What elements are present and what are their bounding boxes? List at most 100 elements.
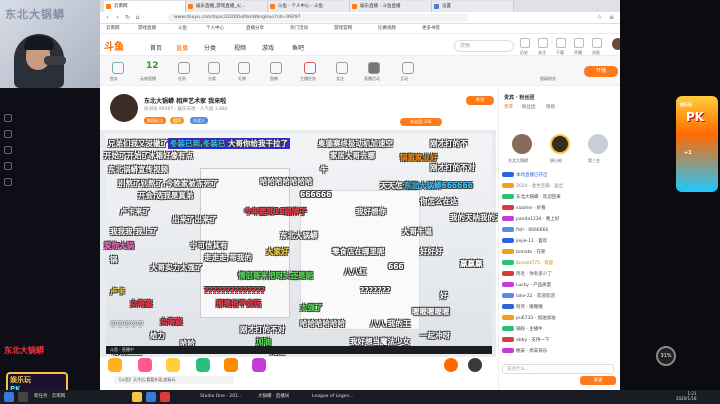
host-task-icon[interactable]: [304, 62, 316, 74]
category-icon[interactable]: [208, 62, 220, 74]
chat-message[interactable]: jiejie-11 · 喜欢: [502, 238, 547, 244]
chat-message[interactable]: Lucky · 产品质量: [502, 282, 551, 288]
broadcast-icon[interactable]: [574, 38, 584, 48]
taskbar-item[interactable]: 大锅蟒 · 直播间: [258, 392, 308, 402]
progress-bubble[interactable]: 31%: [656, 346, 676, 366]
chat-message[interactable]: xiaohei · 好看: [502, 205, 546, 211]
star-icon[interactable]: ☆: [596, 14, 603, 21]
bookmark-item[interactable]: 游戏直播: [138, 25, 156, 33]
history-icon[interactable]: [520, 38, 530, 48]
url-field[interactable]: www.douyu.com/topic/2020DuManWangHuo?rid…: [168, 14, 468, 22]
activity-icon[interactable]: [368, 62, 380, 74]
tab-3[interactable]: 斗鱼 - 个人中心 - 斗鱼: [268, 1, 350, 12]
folder-icon[interactable]: [132, 392, 142, 402]
chat-message[interactable]: panda1234 · 晚上好: [502, 216, 559, 222]
back-icon[interactable]: ‹: [104, 14, 111, 21]
gift-extra-icon[interactable]: [444, 358, 458, 372]
forward-icon[interactable]: ›: [114, 14, 121, 21]
player-controls[interactable]: 斗鱼 · 直播中: [106, 346, 492, 354]
rank-tab-vip[interactable]: 贵宾: [504, 104, 513, 110]
follow-button[interactable]: 关注: [466, 96, 494, 105]
tab-1[interactable]: 云南网: [104, 1, 186, 12]
taskbar-item[interactable]: 新任务 · 云南网: [34, 392, 78, 402]
nav-game[interactable]: 游戏: [262, 43, 274, 52]
bookmark-item[interactable]: 个人中心: [206, 25, 224, 33]
app-icon[interactable]: [160, 392, 170, 402]
chat-message[interactable]: fish · 6666666: [502, 227, 548, 233]
bookmark-item[interactable]: 斗鱼: [178, 25, 187, 33]
bookmark-item[interactable]: 直播分享: [246, 25, 264, 33]
follow-cat-icon[interactable]: [336, 62, 348, 74]
nav-home[interactable]: 首页: [150, 43, 162, 52]
side-gift-icon[interactable]: [4, 130, 12, 138]
gift-item-icon[interactable]: [108, 358, 122, 372]
chat-message[interactable]: 晚安 · 周末快乐: [502, 348, 547, 354]
chat-message[interactable]: pu6733 · 加油加油: [502, 315, 555, 321]
fans-badge[interactable]: 粉丝团 156: [400, 118, 442, 126]
room-tag[interactable]: 颜值担当: [144, 117, 166, 124]
gift-item-icon[interactable]: [224, 358, 238, 372]
start-icon[interactable]: [4, 392, 14, 402]
send-button[interactable]: 发送: [580, 376, 616, 385]
fishball-icon[interactable]: [112, 62, 124, 74]
follow-icon[interactable]: [538, 38, 548, 48]
chat-message[interactable]: 鸡毛 · 你有多少了: [502, 271, 552, 277]
menu-icon[interactable]: ≡: [608, 14, 615, 21]
gift-item-icon[interactable]: [252, 358, 266, 372]
side-settings-icon[interactable]: [4, 162, 12, 170]
rank-avatar[interactable]: [550, 134, 570, 154]
search-input[interactable]: 搜索: [454, 40, 514, 52]
nav-video[interactable]: 视频: [234, 43, 246, 52]
danmaku-comment: 开始了开始了: [104, 151, 149, 160]
browser-icon[interactable]: [146, 392, 156, 402]
side-share-icon[interactable]: [4, 178, 12, 186]
tab-5[interactable]: 设置: [432, 1, 514, 12]
nav-category[interactable]: 分类: [204, 43, 216, 52]
chat-message[interactable]: Sunset775 · 欢迎: [502, 260, 553, 266]
gift-item-icon[interactable]: [196, 358, 210, 372]
home-icon[interactable]: ⌂: [134, 14, 141, 21]
nav-forum[interactable]: 鱼吧: [292, 43, 304, 52]
gift-more-icon[interactable]: [468, 358, 482, 372]
side-user-icon[interactable]: [4, 146, 12, 154]
chat-message[interactable]: lake-22 · 欢迎欢迎: [502, 293, 555, 299]
rank-tab-fans[interactable]: 粉丝团: [522, 104, 536, 110]
room-tag[interactable]: 相声: [170, 117, 184, 124]
rank-avatar[interactable]: [588, 134, 608, 154]
chat-input[interactable]: 说点什么...: [502, 364, 614, 374]
taskbar-item[interactable]: League of Legen...: [312, 392, 368, 402]
chat-message[interactable]: tomato · 在呢: [502, 249, 545, 255]
tab-2[interactable]: 娱乐直播_游戏直播_火...: [186, 1, 268, 12]
site-logo[interactable]: 斗鱼: [104, 38, 124, 53]
chat-message[interactable]: 阿月 · 喔喔喔: [502, 304, 543, 310]
chat-message[interactable]: 锅粉 · 主播牛: [502, 326, 543, 332]
interact-icon[interactable]: [402, 62, 414, 74]
gift-item-icon[interactable]: [166, 358, 180, 372]
task-icon[interactable]: [178, 62, 190, 74]
taskbar-item[interactable]: Studio One - 201...: [200, 392, 252, 402]
open-live-button[interactable]: 开播: [584, 66, 618, 77]
rank-tab-week[interactable]: 周榜: [546, 104, 555, 110]
bookmark-item[interactable]: 云南网: [106, 25, 120, 33]
search-icon[interactable]: [18, 392, 28, 402]
chat-message[interactable]: 2020 · 金色宝箱 · 送出: [502, 183, 563, 189]
side-chat-icon[interactable]: [4, 114, 12, 122]
tab-4[interactable]: 娱乐直播 - 斗鱼直播: [350, 1, 432, 12]
nav-live[interactable]: 直播: [176, 43, 188, 52]
bookmark-item[interactable]: 游戏官网: [334, 25, 352, 33]
fishfood-icon[interactable]: [270, 62, 282, 74]
chat-message[interactable]: 东北大锅蟒 · 欢迎回来: [502, 194, 561, 200]
message-icon[interactable]: [592, 38, 602, 48]
rank-avatar[interactable]: [512, 134, 532, 154]
host-avatar[interactable]: [110, 94, 138, 122]
chat-message[interactable]: 本场直播已开启: [502, 172, 548, 178]
reload-icon[interactable]: ↻: [124, 14, 131, 21]
gift-icon[interactable]: [238, 62, 250, 74]
download-icon[interactable]: [556, 38, 566, 48]
bookmark-item[interactable]: 热门活动: [290, 25, 308, 33]
gift-item-icon[interactable]: [138, 358, 152, 372]
room-tag[interactable]: 东北人: [190, 117, 208, 124]
chat-message[interactable]: abby · 支持一下: [502, 337, 549, 343]
bookmark-item[interactable]: 比赛视频: [378, 25, 396, 33]
bookmark-item[interactable]: 更多书签: [422, 25, 440, 33]
